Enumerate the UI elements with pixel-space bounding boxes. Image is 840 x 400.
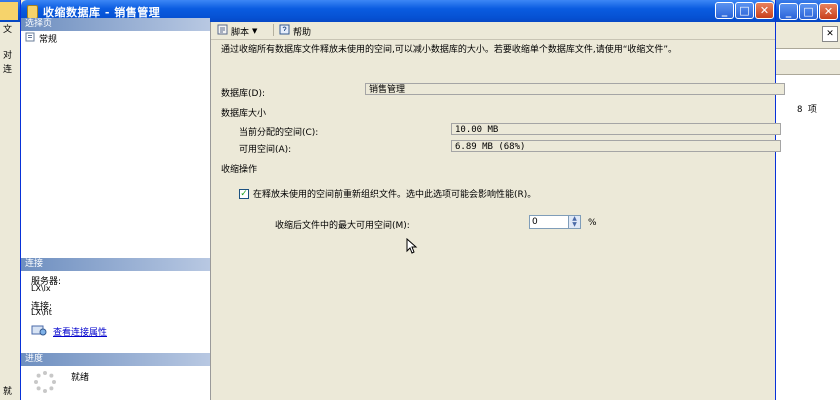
background-item-count: 8 项: [797, 105, 817, 115]
allocated-space-label: 当前分配的空间(C):: [239, 128, 319, 138]
database-label: 数据库(D):: [221, 89, 265, 99]
connection-value: LX\ht: [31, 308, 52, 317]
progress-header: 进度: [21, 353, 210, 366]
free-space-label: 可用空间(A):: [239, 145, 292, 155]
close-icon[interactable]: ✕: [822, 26, 838, 42]
spin-buttons[interactable]: ▲ ▼: [569, 215, 581, 229]
progress-spinner-icon: [33, 370, 57, 397]
size-section-heading: 数据库大小: [221, 109, 267, 119]
close-button[interactable]: ✕: [755, 2, 774, 19]
spin-down-icon[interactable]: ▼: [569, 222, 580, 228]
chevron-down-icon[interactable]: ▼: [252, 27, 257, 35]
server-value: LX\lx: [31, 284, 51, 293]
reorganize-checkbox[interactable]: ✓: [239, 188, 249, 199]
minimize-button[interactable]: _: [715, 2, 734, 19]
max-free-space-stepper[interactable]: 0 ▲ ▼: [529, 215, 581, 229]
properties-icon: [31, 324, 47, 339]
background-status-text: 就: [3, 387, 13, 397]
background-details-panel: [775, 22, 840, 400]
database-icon: [27, 5, 38, 19]
sidebar: 选择页 常规 连接 服务器: LX\lx 连接: LX\ht 查看连接属性 进度…: [21, 18, 211, 400]
view-properties-text: 查看连接属性: [53, 328, 108, 338]
reorganize-option[interactable]: ✓ 在释放未使用的空间前重新组织文件。选中此选项可能会影响性能(R)。: [239, 187, 536, 200]
help-icon: [279, 24, 290, 38]
shrink-database-dialog: 收缩数据库 - 销售管理 _ □ ✕ 选择页 常规 连接 服务器: LX\lx …: [20, 0, 785, 400]
mouse-cursor-icon: [406, 237, 418, 257]
sidebar-item-general[interactable]: 常规: [25, 32, 57, 45]
reorganize-label: 在释放未使用的空间前重新组织文件。选中此选项可能会影响性能(R)。: [253, 190, 537, 200]
script-button[interactable]: 脚本 ▼: [217, 24, 257, 38]
background-close-button[interactable]: ✕: [819, 3, 838, 20]
background-minimize-button[interactable]: _: [779, 3, 798, 20]
description-text: 通过收缩所有数据库文件释放未使用的空间,可以减小数据库的大小。若要收缩单个数据库…: [221, 45, 678, 55]
background-list-header: [775, 60, 840, 75]
toolbar: 脚本 ▼ 帮助: [211, 22, 775, 40]
background-strip-item[interactable]: 文: [3, 22, 12, 35]
page-icon: [25, 32, 36, 45]
script-icon: [217, 24, 228, 38]
view-connection-properties-link[interactable]: 查看连接属性: [31, 324, 107, 339]
free-space-field: 6.89 MB (68%): [451, 140, 781, 152]
background-maximize-button[interactable]: □: [799, 3, 818, 20]
background-left-strip: 文 对 连 就: [0, 22, 21, 400]
allocated-space-field: 10.00 MB: [451, 123, 781, 135]
percent-unit: %: [588, 218, 597, 228]
connection-header: 连接: [21, 258, 210, 271]
help-label: 帮助: [293, 27, 312, 38]
shrink-section-heading: 收缩操作: [221, 165, 258, 175]
database-field: 销售管理: [365, 83, 785, 95]
background-app-icon: [0, 2, 18, 20]
max-free-space-input[interactable]: 0: [529, 215, 569, 229]
main-panel: 脚本 ▼ 帮助 通过收缩所有数据库文件释放未使用的空间,可以减小数据库的大小。若…: [211, 22, 785, 400]
background-strip-item[interactable]: 连: [3, 62, 12, 75]
script-label: 脚本: [231, 27, 250, 38]
background-strip-item[interactable]: 对: [3, 48, 12, 61]
maximize-button[interactable]: □: [735, 2, 754, 19]
select-page-header: 选择页: [21, 18, 210, 31]
toolbar-divider: [273, 24, 274, 36]
progress-status: 就绪: [71, 373, 90, 383]
help-button[interactable]: 帮助: [279, 24, 311, 38]
sidebar-item-label: 常规: [39, 35, 58, 45]
max-free-space-label: 收缩后文件中的最大可用空间(M):: [275, 221, 410, 231]
